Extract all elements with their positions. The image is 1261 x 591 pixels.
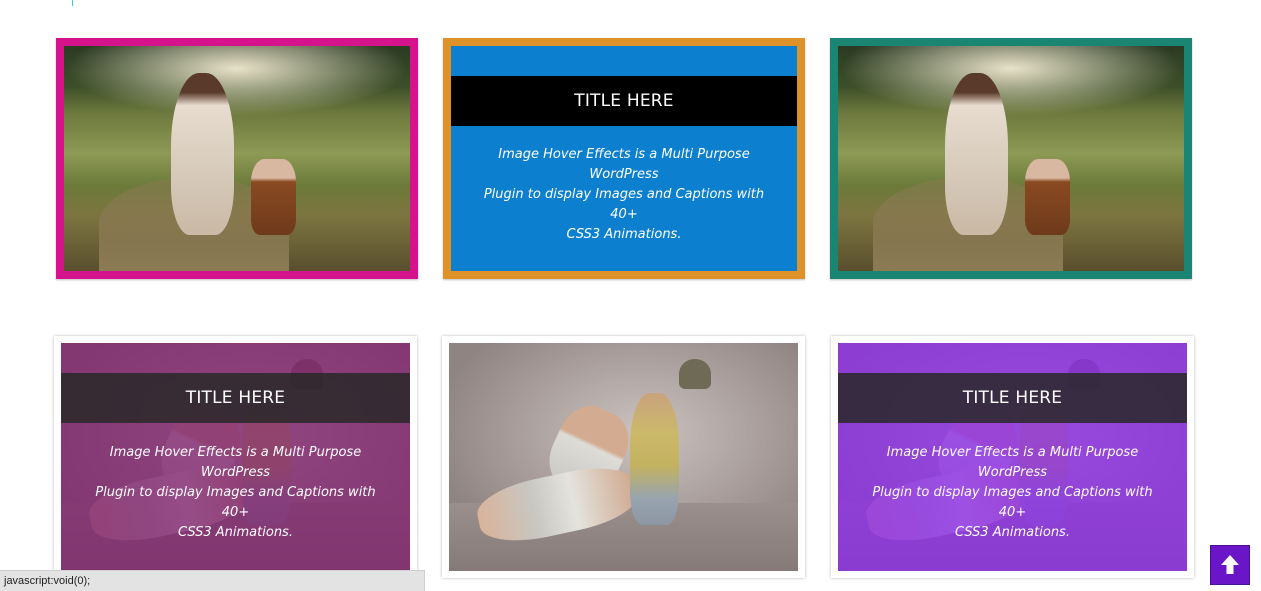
image-card-4[interactable]: TITLE HERE Image Hover Effects is a Mult…: [54, 336, 417, 578]
caption-title-bar: TITLE HERE: [838, 373, 1187, 423]
woman-hat-photo: [449, 343, 798, 571]
caption-title-bar: TITLE HERE: [451, 76, 797, 126]
page: TITLE HERE Image Hover Effects is a Mult…: [0, 0, 1261, 591]
caption-description: Image Hover Effects is a Multi Purpose W…: [95, 445, 376, 540]
caption-description: Image Hover Effects is a Multi Purpose W…: [872, 445, 1153, 540]
text-cursor: [72, 0, 73, 6]
woman-hat-photo: TITLE HERE Image Hover Effects is a Mult…: [838, 343, 1187, 571]
scroll-to-top-button[interactable]: [1210, 545, 1250, 585]
image-card-6[interactable]: TITLE HERE Image Hover Effects is a Mult…: [831, 336, 1194, 578]
browser-status-bar: javascript:void(0);: [0, 570, 425, 591]
arrow-up-icon: [1221, 555, 1239, 574]
caption-description: Image Hover Effects is a Multi Purpose W…: [483, 147, 765, 242]
woman-field-photo: [838, 46, 1184, 271]
caption-title: TITLE HERE: [574, 91, 674, 111]
woman-hat-photo: TITLE HERE Image Hover Effects is a Mult…: [61, 343, 410, 571]
image-card-3[interactable]: [830, 38, 1192, 279]
image-card-5[interactable]: [442, 336, 805, 578]
caption-title: TITLE HERE: [185, 388, 286, 408]
status-url: javascript:void(0);: [4, 575, 91, 587]
image-card-1[interactable]: [56, 38, 418, 279]
caption-title-bar: TITLE HERE: [61, 373, 410, 423]
woman-field-photo: [64, 46, 410, 271]
caption-title: TITLE HERE: [962, 388, 1063, 408]
image-card-2[interactable]: TITLE HERE Image Hover Effects is a Mult…: [443, 38, 805, 279]
